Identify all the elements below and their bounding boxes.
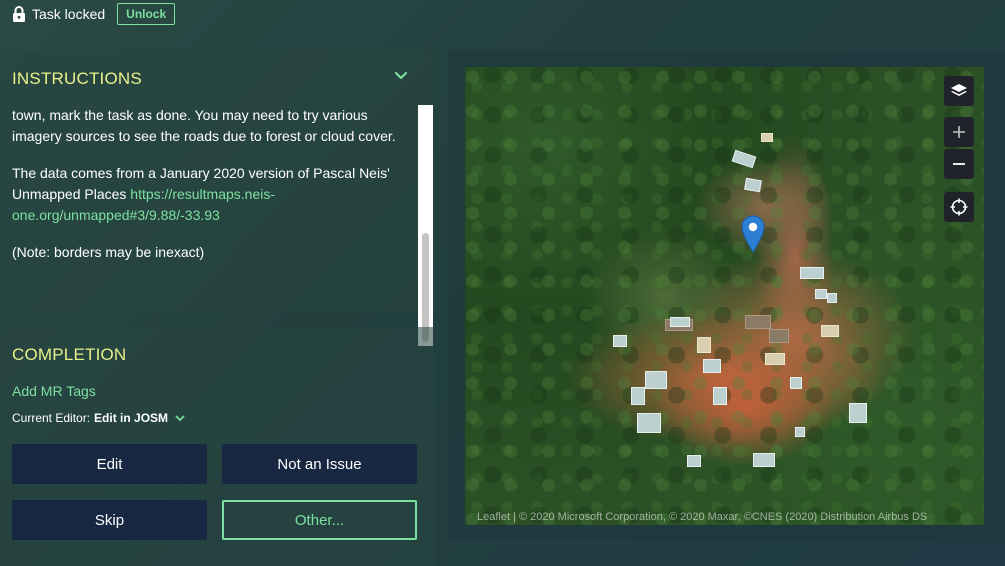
building-roof	[687, 455, 701, 467]
scrollbar-thumb[interactable]	[422, 233, 429, 342]
instructions-scrollbar[interactable]	[418, 105, 433, 346]
building-roof	[790, 377, 802, 389]
building-roof	[645, 371, 667, 389]
unlock-button[interactable]: Unlock	[117, 3, 176, 25]
instructions-panel: INSTRUCTIONS town, mark the task as done…	[0, 51, 434, 346]
building-roof	[769, 329, 789, 343]
map-panel: Leaflet | © 2020 Microsoft Corporation, …	[448, 51, 1005, 541]
zoom-out-icon	[953, 163, 965, 165]
zoom-out-button[interactable]	[944, 149, 974, 179]
layers-icon	[951, 84, 967, 96]
current-editor-selector[interactable]: Current Editor: Edit in JOSM	[12, 411, 185, 425]
building-roof	[821, 325, 839, 337]
building-roof	[827, 293, 837, 303]
editor-label: Current Editor:	[12, 411, 91, 425]
building-roof	[795, 427, 805, 437]
satellite-map[interactable]: Leaflet | © 2020 Microsoft Corporation, …	[465, 67, 984, 525]
completion-panel: COMPLETION Add MR Tags Current Editor: E…	[0, 327, 434, 566]
building-roof	[670, 317, 690, 327]
instructions-paragraph: The data comes from a January 2020 versi…	[12, 163, 417, 226]
building-roof	[815, 289, 827, 299]
instructions-text: town, mark the task as done. You may nee…	[12, 105, 417, 291]
instructions-title: INSTRUCTIONS	[12, 69, 142, 88]
collapse-chevron-icon[interactable]	[394, 71, 408, 81]
task-locked-label: Task locked	[32, 6, 106, 22]
forest-texture	[465, 67, 984, 525]
other-button[interactable]: Other...	[222, 500, 417, 540]
building-roof	[713, 387, 727, 405]
instructions-paragraph: town, mark the task as done. You may nee…	[12, 107, 396, 144]
building-roof	[849, 403, 867, 423]
locate-icon	[950, 198, 968, 216]
lock-icon	[12, 6, 26, 22]
map-marker-icon[interactable]	[741, 215, 765, 253]
zoom-in-icon	[953, 126, 965, 138]
not-an-issue-button[interactable]: Not an Issue	[222, 444, 417, 484]
task-lock-bar: Task locked Unlock	[12, 3, 176, 25]
zoom-in-button[interactable]	[944, 117, 974, 147]
building-roof	[800, 267, 824, 279]
building-roof	[753, 453, 775, 467]
building-roof	[761, 133, 773, 142]
instructions-note: (Note: borders may be inexact)	[12, 244, 205, 260]
completion-title: COMPLETION	[12, 345, 127, 364]
building-roof	[631, 387, 645, 405]
building-roof	[637, 413, 661, 433]
building-roof	[703, 359, 721, 373]
edit-button[interactable]: Edit	[12, 444, 207, 484]
building-roof	[613, 335, 627, 347]
building-roof	[745, 315, 771, 329]
add-mr-tags-link[interactable]: Add MR Tags	[12, 383, 96, 399]
skip-button[interactable]: Skip	[12, 500, 207, 540]
map-attribution: Leaflet | © 2020 Microsoft Corporation, …	[477, 511, 928, 523]
building-roof	[744, 177, 762, 193]
editor-value[interactable]: Edit in JOSM	[94, 411, 168, 425]
layers-button[interactable]	[944, 76, 974, 106]
locate-button[interactable]	[944, 192, 974, 222]
chevron-down-icon[interactable]	[175, 415, 185, 422]
building-roof	[765, 353, 785, 365]
building-roof	[697, 337, 711, 353]
